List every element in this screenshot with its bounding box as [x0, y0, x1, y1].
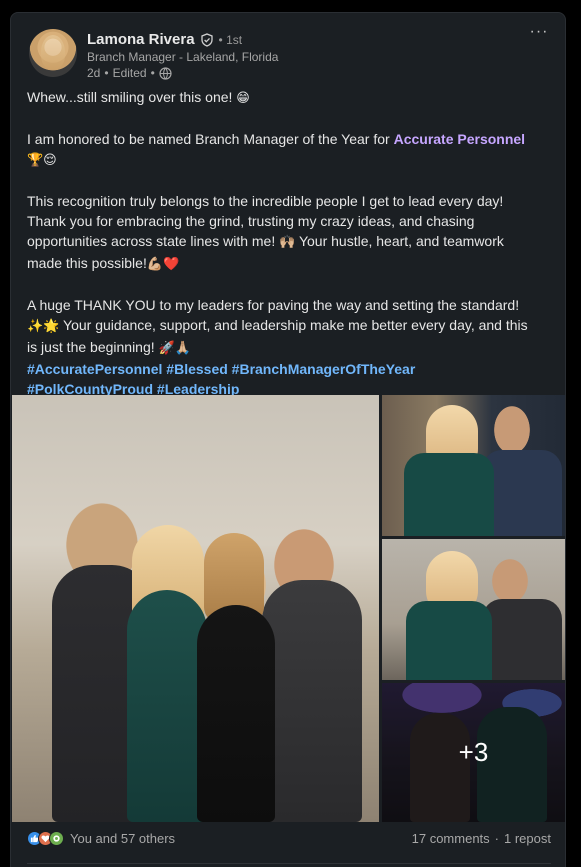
- post-time: 2d: [87, 66, 101, 80]
- photo-figure: [406, 601, 492, 680]
- author-name-row: Lamona Rivera • 1st: [87, 31, 242, 48]
- thumbnail-photo-3[interactable]: +3: [382, 683, 565, 822]
- text-segment: Your hustle, heart, and teamwork: [295, 233, 504, 249]
- photo-figure: [482, 450, 562, 536]
- post-meta: 2d • Edited •: [87, 66, 172, 80]
- text-segment: is just the beginning!: [27, 339, 155, 355]
- text-line: This recognition truly belongs to the in…: [27, 193, 504, 209]
- main-photo[interactable]: [12, 395, 379, 822]
- verified-shield-icon: [200, 32, 214, 47]
- text-segment: Your guidance, support, and leadership m…: [59, 317, 528, 333]
- reposts-count-link[interactable]: 1 repost: [504, 831, 551, 846]
- text-segment: opportunities across state lines with me…: [27, 233, 276, 249]
- photo-figure: [262, 580, 362, 822]
- text-segment: Whew...still smiling over this one!: [27, 89, 233, 105]
- globe-icon: [159, 66, 172, 80]
- emoji: 😁: [236, 91, 250, 106]
- photo-grid: +3: [12, 395, 566, 823]
- text-segment: made this possible!: [27, 255, 147, 271]
- photo-figure: [404, 453, 494, 536]
- emoji: 💪🏼❤️: [146, 257, 180, 272]
- text-line: is just the beginning! 🚀🙏🏼: [27, 337, 555, 359]
- photo-figure: [197, 605, 275, 822]
- meta-separator: •: [150, 66, 155, 80]
- counts-separator: ·: [494, 831, 500, 846]
- emoji: 🙌🏼: [279, 235, 296, 250]
- text-line: A huge THANK YOU to my leaders for pavin…: [27, 297, 520, 313]
- text-line: opportunities across state lines with me…: [27, 231, 555, 253]
- post-body: Whew...still smiling over this one! 😁 I …: [27, 87, 555, 399]
- hashtag-link[interactable]: #AccuratePersonnel: [27, 361, 162, 377]
- post-card: Lamona Rivera • 1st Branch Manager - Lak…: [10, 12, 566, 867]
- meta-separator: •: [104, 66, 109, 80]
- engagement-counts: 17 comments · 1 repost: [412, 831, 551, 846]
- text-line: ✨🌟 Your guidance, support, and leadershi…: [27, 315, 555, 337]
- text-line: made this possible!💪🏼❤️: [27, 253, 555, 275]
- author-name[interactable]: Lamona Rivera: [87, 31, 195, 48]
- author-headline: Branch Manager - Lakeland, Florida: [87, 50, 279, 64]
- edited-label: Edited: [112, 66, 147, 80]
- comments-count-link[interactable]: 17 comments: [412, 831, 490, 846]
- photo-figure: [127, 590, 207, 822]
- more-options-button[interactable]: ···: [527, 23, 551, 43]
- emoji: ✨🌟: [27, 319, 60, 334]
- text-line: 🏆😌: [27, 149, 555, 171]
- company-mention-link[interactable]: Accurate Personnel: [394, 131, 526, 147]
- hashtag-link[interactable]: #BranchManagerOfTheYear: [232, 361, 416, 377]
- connection-degree: • 1st: [218, 32, 243, 47]
- thumbnail-photo-1[interactable]: [382, 395, 565, 536]
- hashtag-link[interactable]: #Blessed: [166, 361, 227, 377]
- text-segment: I am honored to be named Branch Manager …: [27, 131, 394, 147]
- reactions-summary[interactable]: You and 57 others: [27, 831, 175, 846]
- text-line: Thank you for embracing the grind, trust…: [27, 213, 475, 229]
- reactions-count: You and 57 others: [70, 831, 176, 846]
- thumbnail-photo-2[interactable]: [382, 539, 565, 680]
- divider: [27, 863, 551, 864]
- author-avatar[interactable]: [29, 29, 77, 77]
- emoji: 🏆😌: [27, 153, 57, 168]
- hashtag-line: #AccuratePersonnel #Blessed #BranchManag…: [27, 359, 555, 379]
- photo-figure: [482, 599, 562, 680]
- emoji: 🚀🙏🏼: [158, 341, 191, 356]
- post-header: Lamona Rivera • 1st Branch Manager - Lak…: [29, 23, 549, 81]
- text-line: I am honored to be named Branch Manager …: [27, 129, 555, 149]
- support-icon: [49, 831, 64, 846]
- social-counts-bar: You and 57 others 17 comments · 1 repost: [27, 831, 551, 849]
- more-photos-count[interactable]: +3: [382, 683, 565, 822]
- text-line: Whew...still smiling over this one! 😁: [27, 87, 555, 109]
